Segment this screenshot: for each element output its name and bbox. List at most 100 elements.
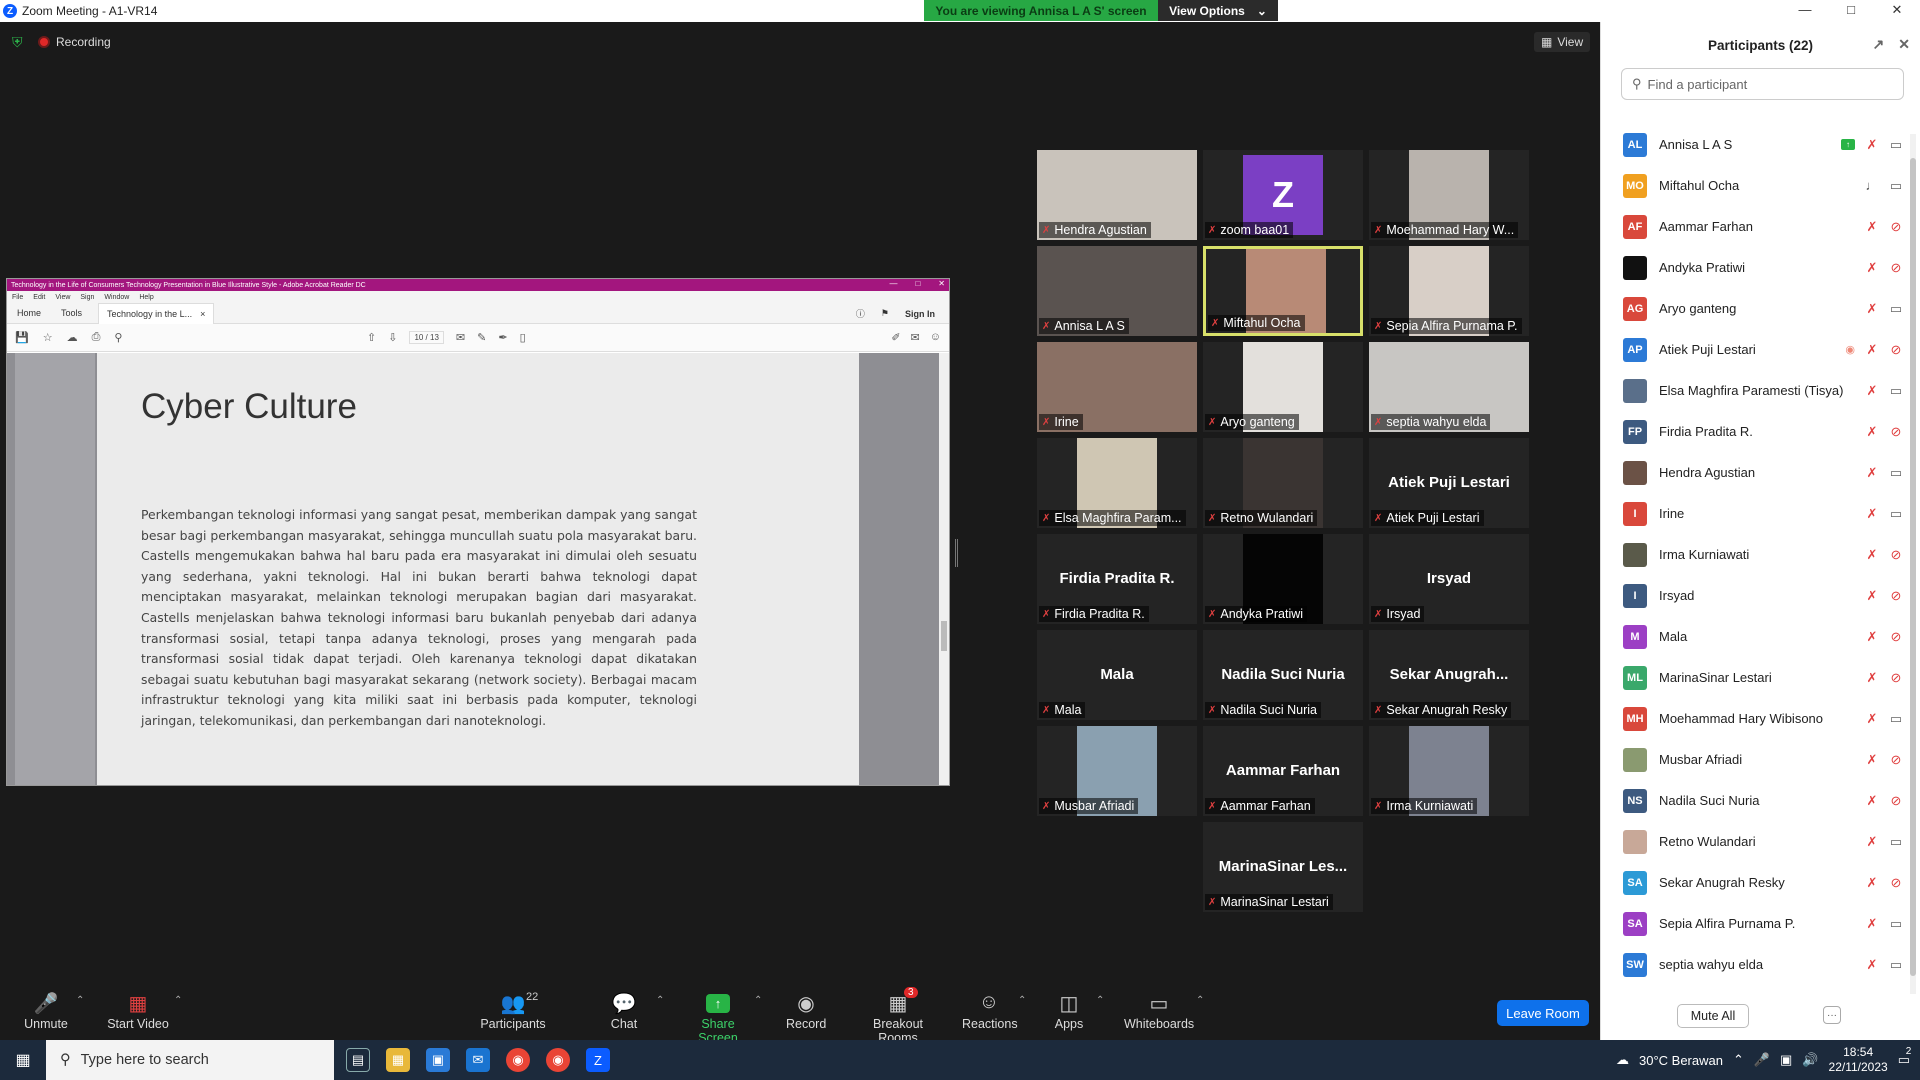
menu-item-view[interactable]: View	[55, 294, 70, 301]
microphone-muted-icon[interactable]: ✗	[1865, 957, 1879, 973]
chrome-profile-icon[interactable]: ◉	[546, 1048, 570, 1072]
video-camera-off-icon[interactable]: ⊘	[1889, 629, 1903, 645]
help-icon[interactable]: ⓘ	[856, 307, 865, 320]
participant-row[interactable]: AP Atiek Puji Lestari ◉ ✗ ⊘	[1601, 329, 1909, 370]
microphone-muted-icon[interactable]: ✗	[1865, 875, 1879, 891]
video-tile[interactable]: ✗ Miftahul Ocha	[1203, 246, 1363, 336]
microphone-muted-icon[interactable]: ✗	[1865, 834, 1879, 850]
scrollbar-thumb[interactable]	[941, 621, 947, 651]
microphone-muted-icon[interactable]: ✗	[1865, 219, 1879, 235]
video-tile[interactable]: ✗ Aryo ganteng	[1203, 342, 1363, 432]
video-camera-off-icon[interactable]: ⊘	[1889, 875, 1903, 891]
save-icon[interactable]: 💾	[15, 331, 29, 344]
video-tile[interactable]: Z ✗ zoom baa01	[1203, 150, 1363, 240]
windows-start-icon[interactable]: ▦	[0, 1040, 46, 1080]
store-icon[interactable]: ▣	[426, 1048, 450, 1072]
video-camera-off-icon[interactable]: ⊘	[1889, 342, 1903, 358]
participant-row[interactable]: MH Moehammad Hary Wibisono ✗ ▭	[1601, 698, 1909, 739]
video-camera-icon[interactable]: ▭	[1889, 916, 1903, 932]
record-button[interactable]: ◉ Record	[786, 991, 826, 1031]
participant-row[interactable]: Hendra Agustian ✗ ▭	[1601, 452, 1909, 493]
participant-scrollbar[interactable]	[1910, 134, 1916, 994]
microphone-icon[interactable]: ♩	[1865, 178, 1879, 193]
microphone-muted-icon[interactable]: ✗	[1865, 916, 1879, 932]
video-camera-icon[interactable]: ▭	[1889, 465, 1903, 481]
view-button[interactable]: ▦ View	[1534, 32, 1591, 52]
microphone-muted-icon[interactable]: ✗	[1865, 424, 1879, 440]
close-icon[interactable]: ✕	[1898, 36, 1910, 53]
mail-icon[interactable]: ✉	[911, 331, 920, 344]
video-tile[interactable]: Aammar Farhan ✗ Aammar Farhan	[1203, 726, 1363, 816]
taskbar-search-input[interactable]: ⚲ Type here to search	[46, 1040, 334, 1080]
upload-icon[interactable]: ☁	[67, 331, 78, 344]
sign-in-button[interactable]: Sign In	[905, 309, 935, 319]
network-icon[interactable]: ▣	[1780, 1052, 1792, 1068]
video-camera-icon[interactable]: ▭	[1889, 301, 1903, 317]
microphone-muted-icon[interactable]: ✗	[1865, 506, 1879, 522]
video-tile[interactable]: ✗ Hendra Agustian	[1037, 150, 1197, 240]
recording-indicator[interactable]: Recording	[38, 32, 111, 52]
video-camera-off-icon[interactable]: ⊘	[1889, 793, 1903, 809]
participant-row[interactable]: I Irine ✗ ▭	[1601, 493, 1909, 534]
video-tile[interactable]: MarinaSinar Les... ✗ MarinaSinar Lestari	[1203, 822, 1363, 912]
video-tile[interactable]: ✗ Irine	[1037, 342, 1197, 432]
participant-row[interactable]: SA Sepia Alfira Purnama P. ✗ ▭	[1601, 903, 1909, 944]
participant-row[interactable]: Andyka Pratiwi ✗ ⊘	[1601, 247, 1909, 288]
tab-home[interactable]: Home	[7, 308, 51, 318]
unmute-button[interactable]: 🎤 ⌃ Unmute	[22, 991, 84, 1031]
microphone-muted-icon[interactable]: ✗	[1865, 342, 1879, 358]
zoom-search-icon[interactable]: ⚲	[114, 331, 122, 344]
video-tile[interactable]: ✗ septia wahyu elda	[1369, 342, 1529, 432]
chevron-up-icon[interactable]: ⌃	[656, 995, 664, 1006]
video-tile[interactable]: ✗ Musbar Afriadi	[1037, 726, 1197, 816]
microphone-muted-icon[interactable]: ✗	[1865, 301, 1879, 317]
chevron-up-icon[interactable]: ⌃	[1018, 995, 1026, 1006]
video-tile[interactable]: Mala ✗ Mala	[1037, 630, 1197, 720]
video-camera-off-icon[interactable]: ⊘	[1889, 670, 1903, 686]
participant-row[interactable]: AF Aammar Farhan ✗ ⊘	[1601, 206, 1909, 247]
bell-icon[interactable]: ⚑	[881, 308, 889, 319]
pen-icon[interactable]: ✎	[477, 331, 486, 344]
reactions-button[interactable]: ☺ ⌃ Reactions	[962, 991, 1026, 1031]
microphone-muted-icon[interactable]: ✗	[1865, 711, 1879, 727]
more-options-button[interactable]: ···	[1823, 1006, 1841, 1024]
microphone-icon[interactable]: 🎤	[1754, 1052, 1770, 1068]
video-tile[interactable]: ✗ Elsa Maghfira Param...	[1037, 438, 1197, 528]
user-add-icon[interactable]: ☺	[930, 331, 941, 344]
video-camera-icon[interactable]: ▭	[1889, 137, 1903, 153]
microphone-muted-icon[interactable]: ✗	[1865, 670, 1879, 686]
participants-button[interactable]: 👥 22 Participants	[480, 991, 546, 1031]
shield-icon[interactable]: ⛨	[12, 34, 26, 50]
scrollbar-thumb[interactable]	[1910, 158, 1916, 976]
maximize-icon[interactable]: □	[1828, 0, 1874, 22]
page-indicator[interactable]: 10 / 13	[409, 331, 444, 344]
whiteboards-button[interactable]: ▭ ⌃ Whiteboards	[1124, 991, 1204, 1031]
leave-room-button[interactable]: Leave Room	[1497, 1000, 1589, 1026]
menu-item-sign[interactable]: Sign	[80, 294, 94, 301]
volume-icon[interactable]: 🔊	[1802, 1052, 1818, 1068]
video-camera-off-icon[interactable]: ⊘	[1889, 219, 1903, 235]
chevron-up-icon[interactable]: ⌃	[1096, 995, 1104, 1006]
menu-item-file[interactable]: File	[12, 294, 23, 301]
video-camera-icon[interactable]: ▭	[1889, 957, 1903, 973]
video-camera-icon[interactable]: ▭	[1889, 834, 1903, 850]
chat-button[interactable]: 💬 ⌃ Chat	[604, 991, 665, 1031]
print-icon[interactable]: ⎙	[92, 331, 101, 344]
microphone-muted-icon[interactable]: ✗	[1865, 588, 1879, 604]
video-camera-icon[interactable]: ▭	[1889, 711, 1903, 727]
chevron-up-icon[interactable]: ⌃	[1733, 1052, 1744, 1068]
video-tile[interactable]: ✗ Andyka Pratiwi	[1203, 534, 1363, 624]
video-tile[interactable]: ✗ Retno Wulandari	[1203, 438, 1363, 528]
task-view-icon[interactable]: ▤	[346, 1048, 370, 1072]
clock[interactable]: 18:54 22/11/2023	[1829, 1045, 1888, 1075]
sign-icon[interactable]: ✒	[498, 331, 507, 344]
minimize-icon[interactable]: —	[1782, 0, 1828, 22]
fill-sign-icon[interactable]: ✐	[891, 331, 900, 344]
weather-text[interactable]: 30°C Berawan	[1639, 1053, 1723, 1068]
pop-out-icon[interactable]: ↗	[1873, 36, 1885, 53]
video-tile[interactable]: Irsyad ✗ Irsyad	[1369, 534, 1529, 624]
participant-row[interactable]: MO Miftahul Ocha ♩ ▭	[1601, 165, 1909, 206]
apps-button[interactable]: ◫ ⌃ Apps	[1052, 991, 1105, 1031]
chevron-up-icon[interactable]: ⌃	[174, 995, 182, 1006]
video-camera-icon[interactable]: ▭	[1889, 506, 1903, 522]
